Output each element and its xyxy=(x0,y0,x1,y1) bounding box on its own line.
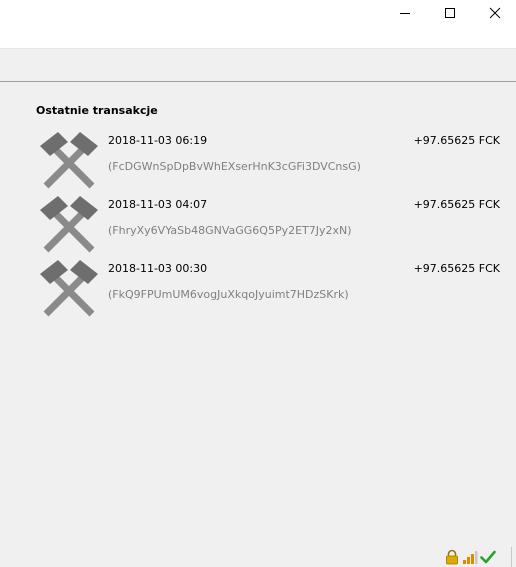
maximize-icon xyxy=(445,8,455,18)
toolbar xyxy=(0,48,516,82)
checkmark-icon[interactable] xyxy=(480,549,496,565)
maximize-button[interactable] xyxy=(427,0,473,26)
mined-icon xyxy=(40,196,98,253)
mined-icon xyxy=(40,260,98,317)
title-bar xyxy=(0,0,516,48)
minimize-button[interactable] xyxy=(382,0,428,26)
transaction-address: (FkQ9FPUmUM6vogJuXkqoJyuimt7HDzSKrk) xyxy=(108,288,349,301)
transaction-row[interactable]: 2018-11-03 06:19 +97.65625 FCK (FcDGWnSp… xyxy=(38,132,508,194)
transaction-amount: +97.65625 FCK xyxy=(413,134,500,147)
transaction-row[interactable]: 2018-11-03 00:30 +97.65625 FCK (FkQ9FPUm… xyxy=(38,260,508,322)
recent-transactions-title: Ostatnie transakcje xyxy=(36,104,158,117)
mined-icon xyxy=(40,132,98,189)
close-button[interactable] xyxy=(472,0,516,26)
lock-icon[interactable] xyxy=(444,549,460,565)
transaction-address: (FhryXy6VYaSb48GNVaGG6Q5Py2ET7Jy2xN) xyxy=(108,224,352,237)
transaction-date: 2018-11-03 00:30 xyxy=(108,262,208,275)
minimize-icon xyxy=(400,13,410,14)
transaction-date: 2018-11-03 06:19 xyxy=(108,134,208,147)
status-divider xyxy=(511,547,512,567)
signal-bars-icon[interactable] xyxy=(462,549,478,565)
transaction-date: 2018-11-03 04:07 xyxy=(108,198,208,211)
transaction-amount: +97.65625 FCK xyxy=(413,198,500,211)
close-icon xyxy=(489,7,501,19)
transaction-row[interactable]: 2018-11-03 04:07 +97.65625 FCK (FhryXy6V… xyxy=(38,196,508,258)
transaction-amount: +97.65625 FCK xyxy=(413,262,500,275)
transaction-address: (FcDGWnSpDpBvWhEXserHnK3cGFi3DVCnsG) xyxy=(108,160,361,173)
status-bar xyxy=(436,547,516,567)
